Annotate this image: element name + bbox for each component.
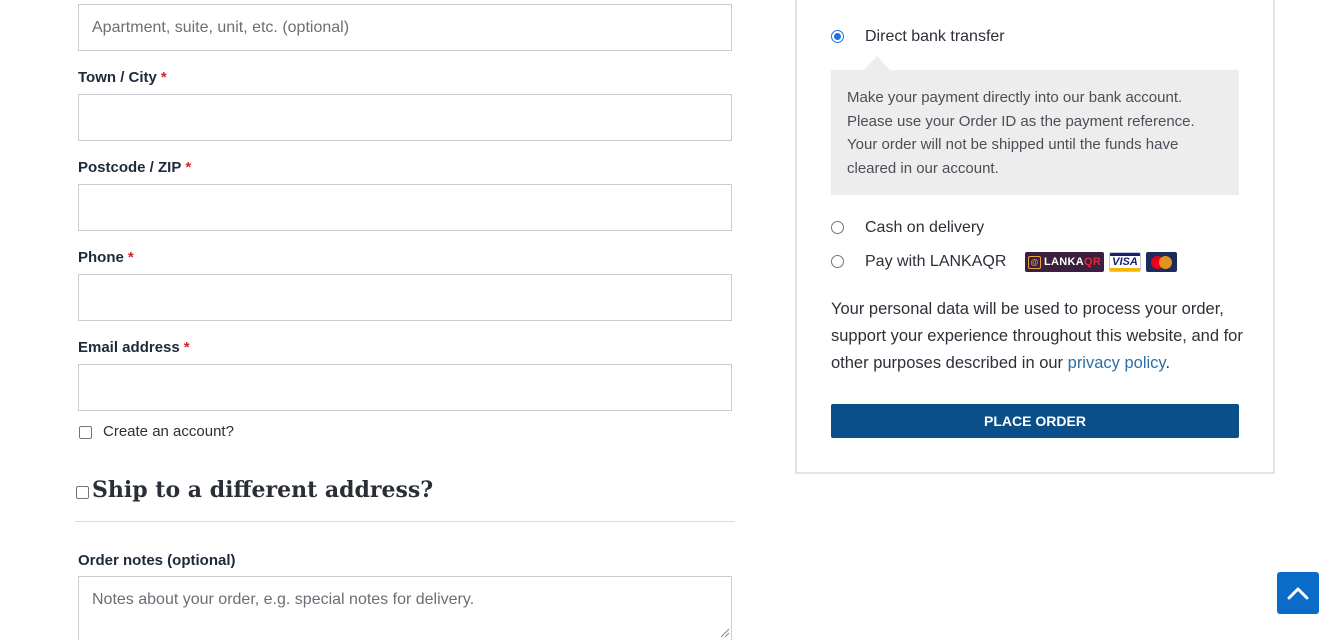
create-account-label: Create an account? (103, 423, 234, 440)
required-mark: * (183, 339, 190, 356)
ship-different-heading: Ship to a different address? (92, 477, 434, 503)
payment-radio-cod[interactable] (831, 221, 844, 234)
required-mark: * (160, 69, 167, 86)
email-input[interactable] (78, 364, 732, 411)
payment-radio-lankaqr[interactable] (831, 255, 844, 268)
section-divider (75, 521, 735, 522)
email-label: Email address * (78, 339, 190, 356)
ship-different-checkbox[interactable] (76, 486, 89, 499)
resize-grip-icon[interactable] (718, 626, 730, 638)
bank-transfer-description: Make your payment directly into our bank… (831, 70, 1239, 195)
lankaqr-text: LANKA (1044, 256, 1084, 268)
mastercard-logo (1146, 252, 1177, 272)
privacy-suffix: . (1165, 354, 1171, 372)
order-notes-label: Order notes (optional) (78, 552, 236, 569)
order-notes-label-text: Order notes (optional) (78, 552, 236, 569)
visa-logo: VISA (1109, 252, 1141, 272)
privacy-notice: Your personal data will be used to proce… (831, 296, 1251, 377)
email-label-text: Email address (78, 339, 180, 356)
qr-mark-icon: @ (1028, 255, 1041, 269)
phone-label-text: Phone (78, 249, 124, 266)
place-order-button[interactable]: PLACE ORDER (831, 404, 1239, 438)
description-pointer (864, 56, 890, 70)
phone-label: Phone * (78, 249, 134, 266)
chevron-up-icon (1287, 587, 1309, 600)
payment-label-cod: Cash on delivery (865, 219, 985, 236)
phone-input[interactable] (78, 274, 732, 321)
address2-input[interactable] (78, 4, 732, 51)
lankaqr-qr-text: QR (1084, 256, 1102, 268)
postcode-label-text: Postcode / ZIP (78, 159, 182, 176)
required-mark: * (127, 249, 134, 266)
privacy-text: Your personal data will be used to proce… (831, 300, 1243, 372)
privacy-policy-link[interactable]: privacy policy (1068, 354, 1166, 372)
lankaqr-logo: @ LANKA QR (1025, 252, 1104, 272)
postcode-label: Postcode / ZIP * (78, 159, 191, 176)
payment-radio-bank-transfer[interactable] (831, 30, 844, 43)
create-account-checkbox[interactable] (79, 426, 92, 439)
postcode-input[interactable] (78, 184, 732, 231)
city-input[interactable] (78, 94, 732, 141)
visa-text: VISA (1112, 256, 1138, 268)
required-mark: * (185, 159, 192, 176)
payment-label-lankaqr: Pay with LANKAQR (865, 253, 1007, 270)
payment-label-bank-transfer: Direct bank transfer (865, 28, 1005, 45)
order-notes-textarea[interactable] (78, 576, 732, 640)
city-label-text: Town / City (78, 69, 157, 86)
city-label: Town / City * (78, 69, 167, 86)
scroll-to-top-button[interactable] (1277, 572, 1319, 614)
